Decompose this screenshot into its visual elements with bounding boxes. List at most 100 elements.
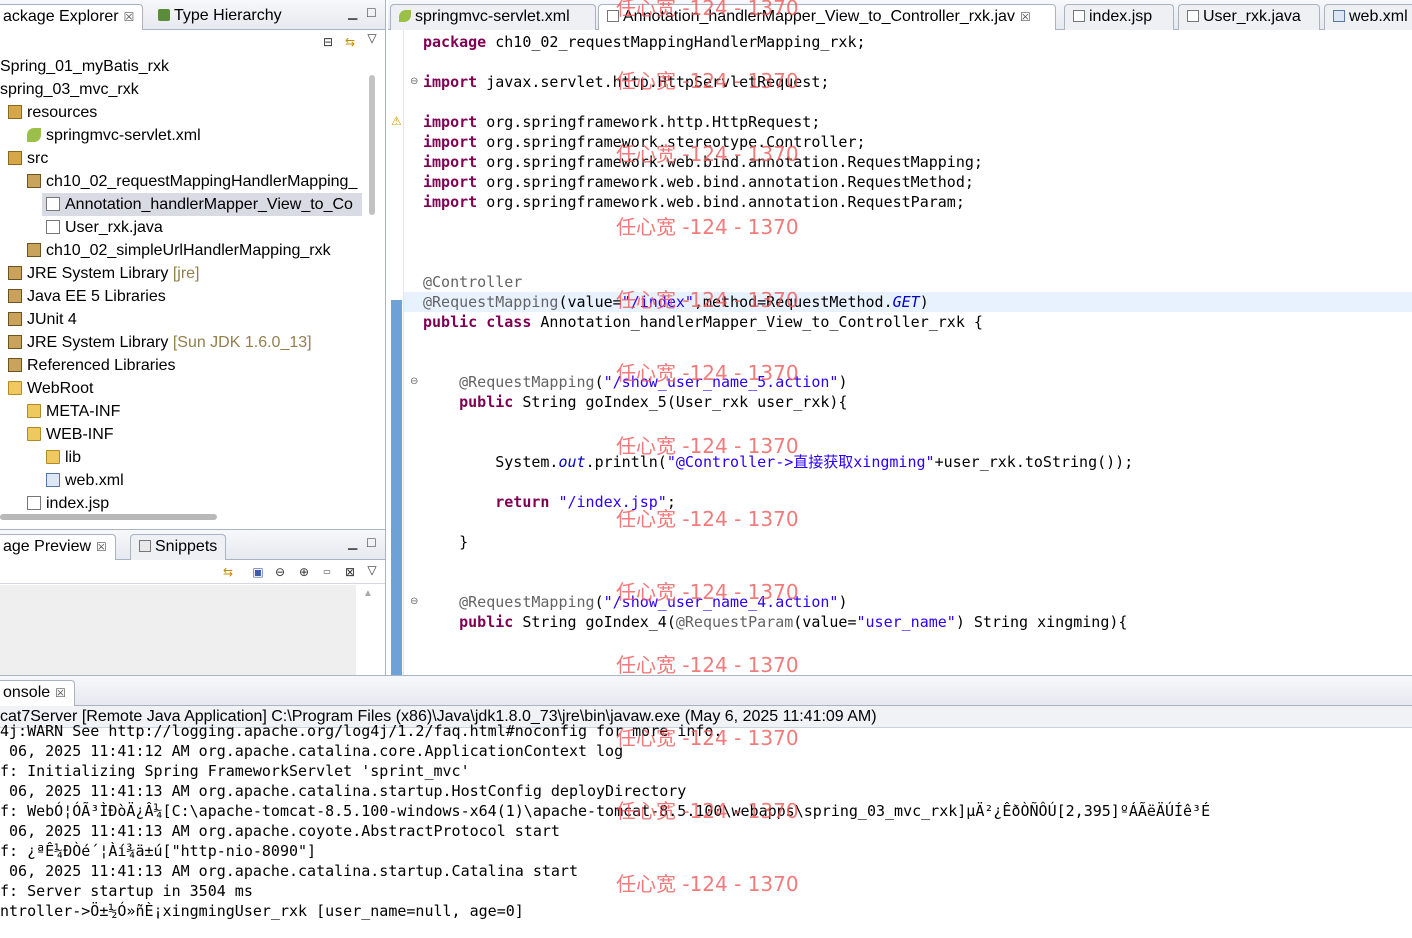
java-file-icon — [46, 220, 60, 234]
code-line: @RequestMapping(value="/index",method=Re… — [423, 292, 929, 312]
code-token: public — [423, 313, 478, 331]
tree-item[interactable]: Referenced Libraries — [8, 354, 176, 377]
tab-label: age Preview — [3, 538, 92, 555]
tab-web-xml[interactable]: web.xml — [1324, 4, 1412, 30]
web-xml-icon — [1333, 10, 1345, 22]
code-token: } — [423, 533, 469, 551]
code-token: +user_rxk.toString()); — [934, 453, 1134, 471]
fold-toggle-icon[interactable]: ⊖ — [410, 596, 418, 607]
tab-package-preview[interactable]: age Preview ☒ — [0, 534, 116, 560]
zoom-100-icon[interactable]: ▭ — [319, 564, 335, 580]
tree-horizontal-scrollbar[interactable] — [0, 514, 217, 520]
code-line: import org.springframework.web.bind.anno… — [423, 152, 983, 172]
tab-annotation-handler-mapper[interactable]: Annotation_handlerMapper_View_to_Control… — [598, 4, 1056, 30]
tree-item-label: JRE System Library — [27, 265, 169, 282]
link-with-editor-icon[interactable]: ⇆ — [342, 34, 358, 50]
minimize-icon[interactable]: ▁ — [348, 536, 357, 550]
code-line: } — [423, 532, 468, 552]
tab-user-rxk-java[interactable]: User_rxk.java — [1178, 4, 1320, 30]
tab-snippets[interactable]: Snippets — [130, 534, 227, 560]
tree-item[interactable]: WebRoot — [8, 377, 93, 400]
collapse-all-icon[interactable]: ⊟ — [320, 34, 336, 50]
tree-item[interactable]: JRE System Library [Sun JDK 1.6.0_13] — [8, 331, 312, 354]
view-menu-icon[interactable]: ▽ — [364, 30, 380, 46]
tree-item[interactable]: springmvc-servlet.xml — [27, 124, 201, 147]
tab-label: springmvc-servlet.xml — [415, 8, 570, 25]
code-token: import — [423, 193, 478, 211]
code-line: public String goIndex_4(@RequestParam(va… — [423, 612, 1127, 632]
tab-springmvc-servlet-xml[interactable]: springmvc-servlet.xml — [390, 4, 596, 30]
console-line: 4j:WARN See http://logging.apache.org/lo… — [0, 722, 723, 740]
tab-index-jsp[interactable]: index.jsp — [1064, 4, 1174, 30]
tree-item[interactable]: Spring_01_myBatis_rxk — [0, 55, 169, 78]
jsp-file-icon — [1073, 10, 1085, 22]
preview-vertical-scrollbar[interactable]: ▲ — [358, 585, 384, 675]
code-editor: springmvc-servlet.xml Annotation_handler… — [388, 0, 1412, 675]
tab-label: index.jsp — [1089, 8, 1153, 25]
code-line: @Controller — [423, 272, 522, 292]
tree-item[interactable]: ch10_02_requestMappingHandlerMapping_ — [27, 170, 357, 193]
code-token: ( — [594, 373, 604, 391]
tree-item-label: web.xml — [65, 472, 124, 489]
tree-item-label: ch10_02_simpleUrlHandlerMapping_rxk — [46, 242, 331, 259]
minimize-icon[interactable]: ▁ — [348, 6, 357, 20]
code-token: GET — [892, 293, 920, 311]
source-folder-icon — [8, 151, 22, 165]
tab-console[interactable]: onsole ☒ — [0, 680, 75, 706]
console-panel: onsole ☒ cat7Server [Remote Java Applicat… — [0, 675, 1412, 938]
tree-item[interactable]: Java EE 5 Libraries — [8, 285, 166, 308]
tab-type-hierarchy[interactable]: Type Hierarchy — [150, 4, 290, 30]
tab-package-explorer[interactable]: ackage Explorer ☒ — [0, 4, 144, 30]
close-icon[interactable]: ☒ — [96, 540, 107, 554]
maximize-icon[interactable]: ☐ — [366, 6, 377, 20]
zoom-fit-icon[interactable]: ⊠ — [342, 564, 358, 580]
close-icon[interactable]: ☒ — [1020, 10, 1031, 24]
code-token: String goIndex_5(User_rxk user_rxk){ — [513, 393, 848, 411]
tree-item-label: Spring_01_myBatis_rxk — [0, 58, 169, 75]
tree-item[interactable]: ch10_02_simpleUrlHandlerMapping_rxk — [27, 239, 331, 262]
library-icon — [8, 335, 22, 349]
tree-item[interactable]: JRE System Library [jre] — [8, 262, 200, 285]
tree-item[interactable]: Annotation_handlerMapper_View_to_Co — [42, 193, 362, 216]
maximize-icon[interactable]: ☐ — [366, 536, 377, 550]
view-menu-icon[interactable]: ▽ — [364, 562, 380, 578]
close-icon[interactable]: ☒ — [124, 10, 135, 24]
zoom-in-icon[interactable]: ⊕ — [296, 564, 312, 580]
code-line: import org.springframework.web.bind.anno… — [423, 172, 974, 192]
warning-icon[interactable]: ⚠ — [391, 114, 402, 128]
console-line: f: ¿ªÊ¼Ð­Òé´¦Àí¾ä±ú["http-nio-8090"] — [0, 842, 317, 860]
tree-item[interactable]: lib — [46, 446, 81, 469]
code-token: package — [423, 33, 487, 51]
tree-item[interactable]: web.xml — [46, 469, 124, 492]
tree-vertical-scrollbar[interactable] — [369, 75, 375, 215]
tree-item[interactable]: META-INF — [27, 400, 120, 423]
fold-toggle-icon[interactable]: ⊖ — [410, 376, 418, 387]
tree-item[interactable]: WEB-INF — [27, 423, 114, 446]
code-token: ) — [838, 373, 848, 391]
tree-item-label: JRE System Library — [27, 334, 169, 351]
tree-item[interactable]: spring_03_mvc_rxk — [0, 78, 139, 101]
zoom-out-icon[interactable]: ⊖ — [272, 564, 288, 580]
fold-toggle-icon[interactable]: ⊖ — [410, 76, 418, 87]
tree-item[interactable]: JUnit 4 — [8, 308, 77, 331]
code-token: import — [423, 173, 478, 191]
tree-item[interactable]: src — [8, 147, 48, 170]
code-token: "/show_user_name_5.action" — [603, 373, 839, 391]
tree-item[interactable]: resources — [8, 101, 97, 124]
code-token: org.springframework.stereotype.Controlle… — [477, 133, 866, 151]
close-icon[interactable]: ☒ — [55, 686, 66, 700]
tab-label: onsole — [3, 684, 51, 701]
tree-item[interactable]: index.jsp — [27, 492, 109, 515]
code-token: ( — [594, 593, 604, 611]
tree-item[interactable]: User_rxk.java — [46, 216, 163, 239]
fit-icon[interactable]: ▣ — [250, 564, 266, 580]
scroll-up-icon[interactable]: ▲ — [363, 588, 373, 599]
tree-item-decoration: [jre] — [168, 265, 200, 282]
sync-icon[interactable]: ⇆ — [220, 564, 236, 580]
preview-canvas — [0, 585, 356, 675]
library-icon — [8, 312, 22, 326]
code-token: import — [423, 113, 478, 131]
folder-icon — [46, 450, 60, 464]
